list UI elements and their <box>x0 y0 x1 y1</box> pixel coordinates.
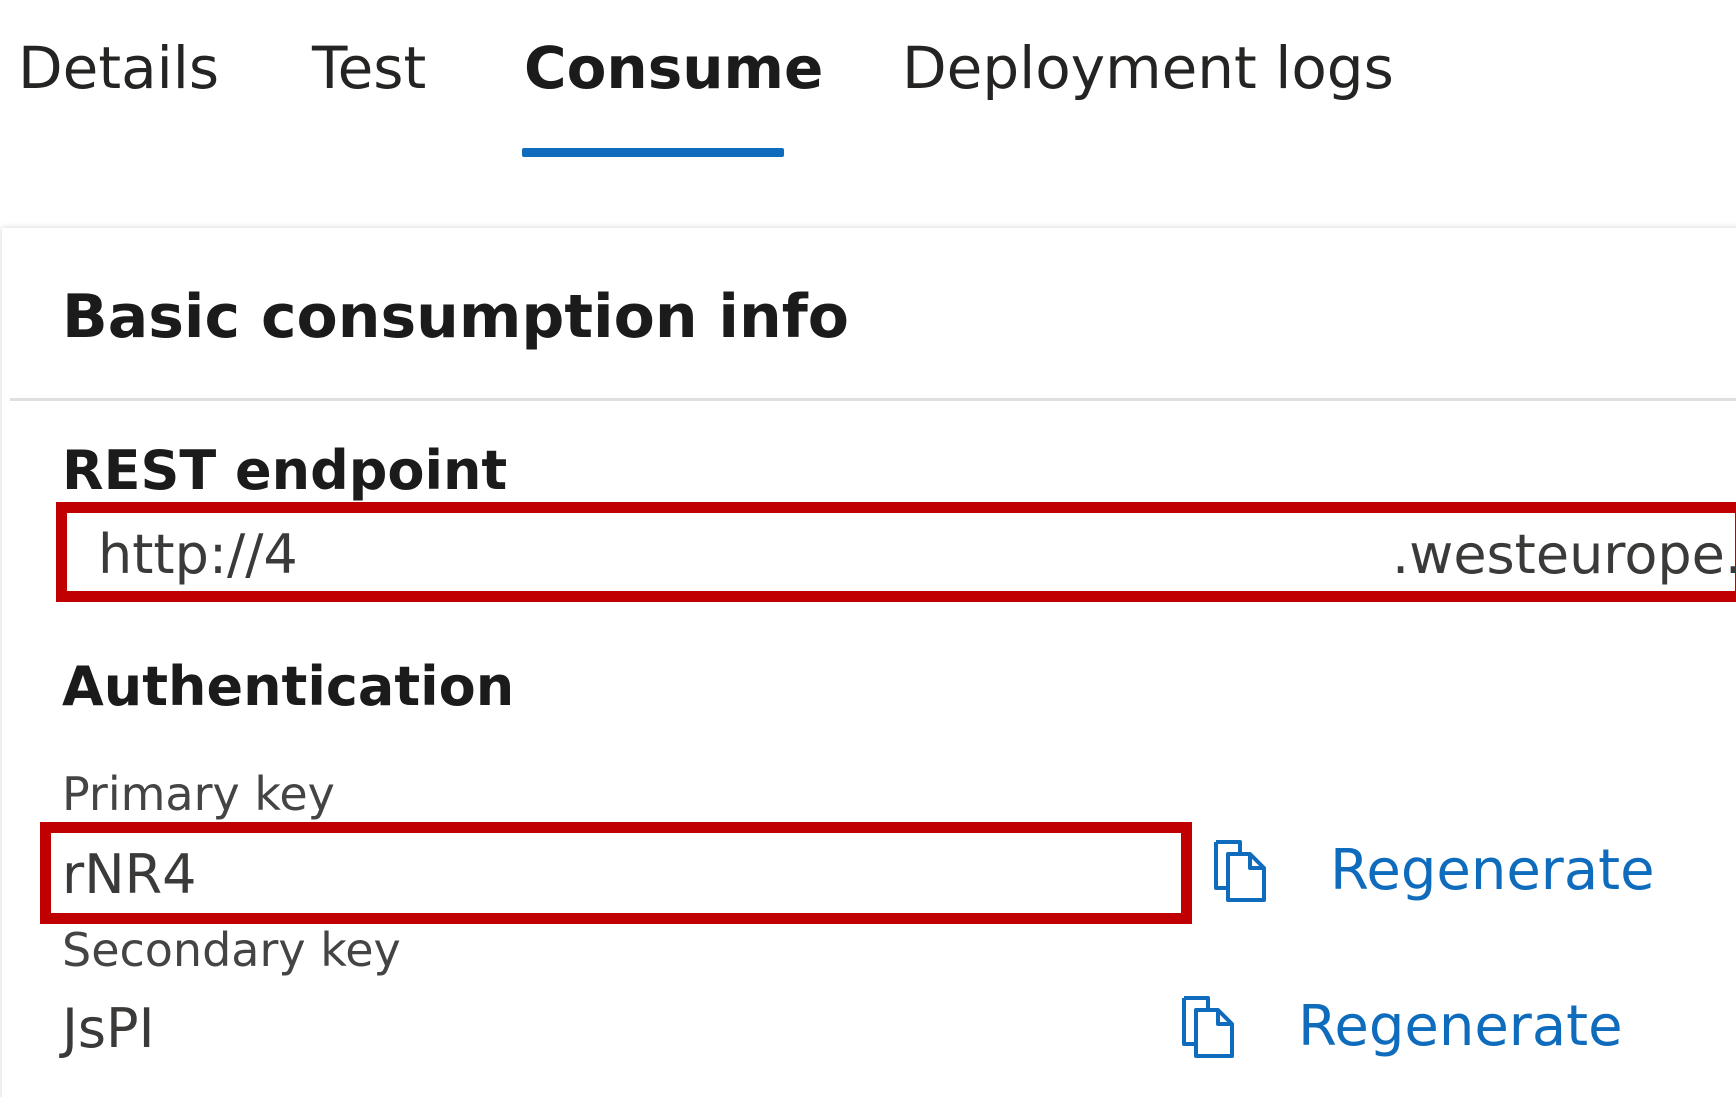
tab-test[interactable]: Test <box>312 28 426 108</box>
tab-deployment-logs[interactable]: Deployment logs <box>902 28 1394 108</box>
active-tab-indicator <box>522 148 784 157</box>
tab-details[interactable]: Details <box>18 28 219 108</box>
rest-endpoint-label: REST endpoint <box>62 439 508 502</box>
regenerate-secondary-key-button[interactable]: Regenerate <box>1298 992 1623 1062</box>
rest-endpoint-value-end[interactable]: .westeurope. <box>1392 520 1736 590</box>
tab-consume[interactable]: Consume <box>524 28 823 108</box>
consume-page: Details Test Consume Deployment logs Bas… <box>0 0 1736 1097</box>
authentication-label: Authentication <box>62 655 515 718</box>
copy-icon[interactable] <box>1178 994 1238 1060</box>
rest-endpoint-value-start[interactable]: http://4 <box>98 520 298 590</box>
secondary-key-value[interactable]: JsPI <box>62 994 155 1064</box>
copy-icon[interactable] <box>1210 838 1270 904</box>
primary-key-highlight <box>40 822 1192 924</box>
card-title: Basic consumption info <box>62 282 850 352</box>
regenerate-primary-key-button[interactable]: Regenerate <box>1330 836 1655 906</box>
card-divider <box>10 398 1736 401</box>
secondary-key-label: Secondary key <box>62 923 401 977</box>
primary-key-label: Primary key <box>62 767 335 821</box>
primary-key-value[interactable]: rNR4 <box>62 840 196 910</box>
